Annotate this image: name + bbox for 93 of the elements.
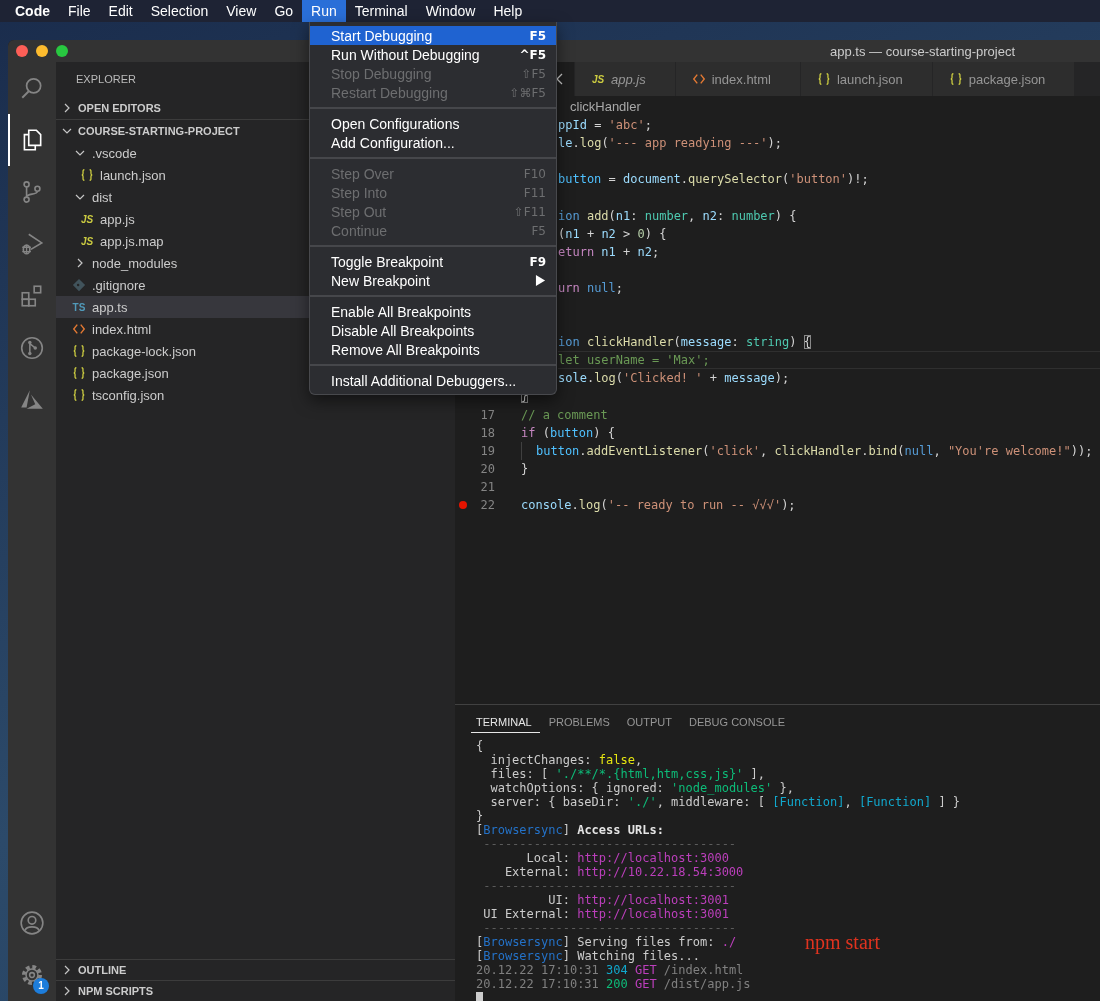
code-line: } [521, 461, 529, 476]
branch-circle-icon[interactable] [19, 335, 45, 361]
menu-bar-item[interactable]: Terminal [345, 0, 417, 22]
panel-tab[interactable]: PROBLEMS [543, 711, 618, 733]
code-line: (n1 + n2 > 0) { [558, 226, 667, 241]
code-line: le.log('--- app readying ---'); [558, 136, 782, 151]
braces-icon [72, 366, 86, 380]
editor-tab[interactable]: launch.json [800, 62, 933, 96]
menu-bar-item[interactable]: Help [484, 0, 532, 22]
menu-bar-item[interactable]: View [217, 0, 266, 22]
terminal-line: Local: http://localhost:3000 [525, 851, 729, 865]
app-menu[interactable]: Code [6, 0, 59, 22]
panel-tab[interactable]: OUTPUT [621, 711, 680, 733]
menu-item[interactable]: Toggle Breakpoint F9 [310, 252, 556, 271]
code-line: button.addEventListener('click', clickHandler.bind(null, "You're welcome!")); [536, 443, 1093, 458]
menu-item[interactable]: Disable All Breakpoints [310, 321, 556, 340]
code-line: ion clickHandler(message: string) { [558, 335, 811, 350]
braces-icon [80, 168, 94, 182]
terminal-line: server: { baseDir: './', middleware: [ [Function], [Function] ] } [489, 795, 961, 809]
annotation-text: npm start [805, 931, 880, 954]
terminal-line: { [476, 739, 484, 753]
angle-brackets-icon [691, 72, 706, 86]
line-number: 19 [479, 443, 495, 458]
terminal-line: External: http://10.22.18.54:3000 [503, 865, 744, 879]
line-number: 22 [479, 498, 495, 512]
code-line: console.log('-- ready to run -- √√√'); [521, 498, 796, 512]
menu-item[interactable]: Run Without Debugging ^F5 [310, 45, 556, 64]
code-line: // a comment [521, 407, 608, 422]
editor-tab[interactable]: JS app.js [575, 62, 676, 96]
play-bug-icon[interactable] [19, 231, 45, 257]
terminal-line: UI External: http://localhost:3001 [482, 907, 729, 921]
code-line: sole.log('Clicked! ' + message); [558, 371, 790, 386]
code-line: eturn n1 + n2; [558, 244, 660, 259]
menu-bar-item[interactable]: File [59, 0, 100, 22]
divider-line: ----------------------------------- [482, 837, 737, 851]
close-button[interactable] [16, 45, 28, 57]
braces-icon [72, 344, 86, 358]
notification-badge: 1 [33, 978, 49, 994]
js-file-icon: JS [80, 235, 94, 247]
window-title: app.ts — course-starting-project [830, 43, 1015, 59]
menu-bar-item[interactable]: Edit [99, 0, 142, 22]
menu-item[interactable]: Install Additional Debuggers... [310, 371, 556, 390]
divider-line: ----------------------------------- [482, 879, 737, 893]
terminal-line: } [476, 809, 484, 823]
divider-line: ----------------------------------- [482, 921, 737, 935]
braces-icon [72, 388, 86, 402]
ts-file-icon: TS [72, 301, 86, 313]
code-line: let userName = 'Max'; [558, 353, 710, 368]
section-header[interactable]: NPM SCRIPTS [56, 980, 455, 1001]
breakpoint-dot[interactable] [459, 501, 467, 509]
menu-item[interactable]: New Breakpoint [310, 271, 556, 290]
sidebar-title: EXPLORER [76, 73, 136, 85]
line-number: 20 [479, 461, 495, 476]
editor-tab[interactable]: package.json [932, 62, 1076, 96]
code-line: if (button) { [521, 425, 615, 440]
menu-bar-item[interactable]: Selection [141, 0, 218, 22]
panel-tab[interactable]: TERMINAL [471, 711, 540, 733]
code-line: button = document.querySelector('button')!; [558, 172, 869, 187]
js-file-icon: JS [591, 73, 605, 85]
menu-bar-item[interactable]: Run [302, 0, 346, 22]
terminal-line: 20.12.22 17:10:31 304 GET /index.html [476, 963, 744, 977]
terminal-line: 20.12.22 17:10:31 200 GET /dist/app.js [476, 977, 751, 991]
braces-icon [948, 72, 963, 86]
account-icon[interactable] [19, 910, 45, 936]
terminal-line: files: [ './**/*.{html,htm,css,js}' ], [489, 767, 765, 781]
zoom-button[interactable] [56, 45, 68, 57]
breadcrumb[interactable]: clickHandler [570, 98, 641, 114]
menu-bar-item[interactable]: Go [265, 0, 303, 22]
code-line: urn null; [558, 280, 624, 295]
minimize-button[interactable] [36, 45, 48, 57]
line-number: 21 [479, 479, 495, 494]
submenu-arrow-icon [535, 274, 546, 287]
code-line: ppId = 'abc'; [558, 118, 652, 133]
angle-brackets-icon [72, 322, 86, 336]
code-line: ion add(n1: number, n2: number) { [558, 208, 797, 223]
diamond-icon [72, 278, 86, 292]
terminal-line: UI: http://localhost:3001 [547, 893, 729, 907]
settings-icon[interactable] [19, 962, 45, 988]
menu-item[interactable]: Remove All Breakpoints [310, 340, 556, 359]
terminal-line: [Browsersync] Access URLs: [476, 823, 664, 837]
line-number: 17 [479, 407, 495, 422]
terminal-line: [Browsersync] Watching files... [476, 949, 700, 963]
section-header[interactable]: OUTLINE [56, 959, 455, 980]
js-file-icon: JS [80, 213, 94, 225]
terminal-line: [Browsersync] Serving files from: ./ [476, 935, 737, 949]
line-number: 18 [479, 425, 495, 440]
panel-tab[interactable]: DEBUG CONSOLE [684, 711, 793, 733]
menu-bar-item[interactable]: Window [416, 0, 485, 22]
menu-item[interactable]: Start Debugging F5 [310, 26, 556, 45]
terminal-line: watchOptions: { ignored: 'node_modules' }, [489, 781, 794, 795]
braces-icon [816, 72, 831, 86]
terminal-line: injectChanges: false, [489, 753, 643, 767]
editor-tab[interactable]: index.html [675, 62, 801, 96]
